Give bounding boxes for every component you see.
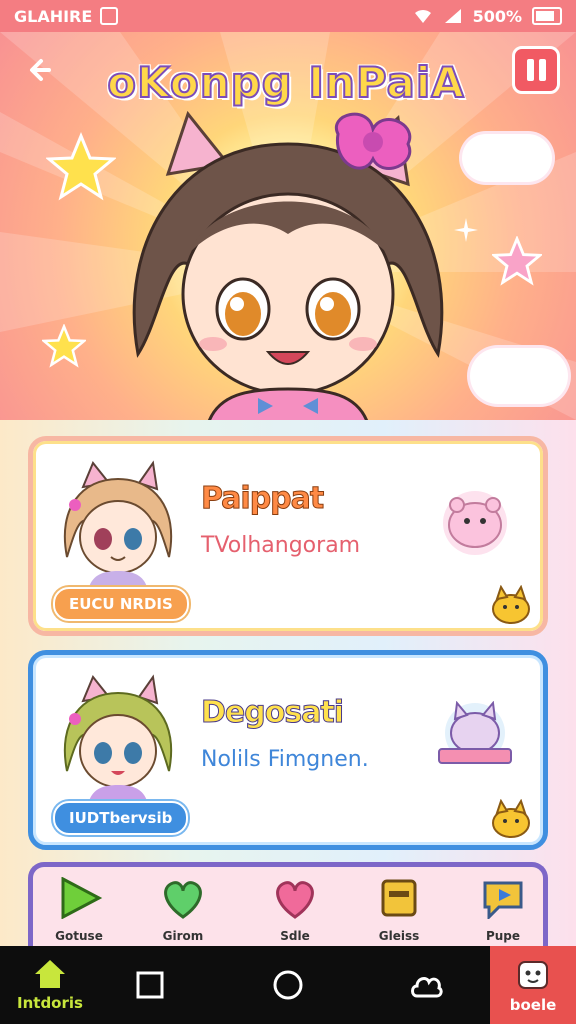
star-icon (42, 324, 86, 368)
character-card[interactable]: Paippat TVolhangoram EUCU NRDIS (28, 436, 548, 636)
feature-pupe[interactable]: Pupe (463, 877, 543, 943)
chat-play-icon (483, 881, 523, 921)
star-icon (492, 236, 542, 286)
character-card[interactable]: Degosati Nolils Fimgnen. IUDTbervsib (28, 650, 548, 850)
bottom-nav: Intdoris boele (0, 946, 576, 1024)
signal-icon (444, 9, 461, 23)
cloud-decoration (470, 348, 568, 404)
feature-label: Gotuse (55, 929, 103, 943)
back-arrow-icon (30, 59, 51, 81)
play-triangle-icon (61, 876, 103, 920)
character-illustration (132, 110, 444, 420)
nav-profile-label: boele (509, 996, 557, 1014)
feature-label: Sdle (280, 929, 310, 943)
feature-label: Pupe (485, 929, 521, 943)
wifi-icon (414, 9, 431, 23)
yellow-critter-icon (492, 585, 530, 624)
hero-banner: oKonpg InPaiA (0, 32, 576, 420)
pause-bar-left (526, 59, 534, 81)
character-subtitle: Nolils Fimgnen. (201, 747, 369, 772)
recent-apps-icon (136, 971, 164, 999)
chest-icon (381, 879, 417, 917)
nav-profile[interactable]: boele (490, 946, 576, 1024)
status-bar: GLAHIRE 500% (0, 0, 576, 32)
character-name: Paippat (200, 481, 324, 517)
feature-shortcuts: Gotuse Girom Sdle Gleiss Pupe (28, 862, 548, 946)
pause-button[interactable] (512, 46, 560, 94)
back-button[interactable] (20, 52, 64, 96)
character-tag-button[interactable]: IUDTbervsib (53, 801, 189, 835)
character-name: Degosati (200, 695, 344, 731)
home-icon (35, 960, 65, 988)
feature-label: Girom (162, 929, 204, 943)
feature-gleiss[interactable]: Gleiss (359, 877, 439, 943)
battery-percent: 500% (472, 6, 522, 26)
nav-system-home[interactable] (238, 946, 338, 1024)
heart-leaf-icon (164, 881, 202, 919)
character-tag-button[interactable]: EUCU NRDIS (53, 587, 189, 621)
nav-home[interactable]: Intdoris (0, 946, 100, 1024)
heart-icon (276, 881, 314, 919)
yellow-critter-icon (492, 799, 530, 838)
star-icon (46, 132, 116, 201)
feature-girom[interactable]: Girom (143, 877, 223, 943)
feature-sdle[interactable]: Sdle (255, 877, 335, 943)
feature-gotuse[interactable]: Gotuse (39, 876, 119, 943)
cloud-icon (411, 977, 443, 998)
battery-icon (532, 7, 562, 25)
notification-icon (100, 7, 119, 25)
cat-badge-icon (438, 701, 512, 764)
character-avatar (63, 460, 173, 587)
profile-icon (518, 961, 548, 989)
carrier-label: GLAHIRE (14, 6, 93, 26)
pink-pet-icon (443, 491, 507, 555)
nav-home-label: Intdoris (17, 994, 83, 1012)
home-circle-icon (273, 970, 303, 1000)
nav-recent-apps[interactable] (100, 946, 200, 1024)
app-title: oKonpg InPaiA (106, 57, 465, 108)
character-avatar (63, 674, 173, 801)
character-subtitle: TVolhangoram (201, 533, 361, 558)
nav-cloud[interactable] (376, 946, 476, 1024)
pause-bar-right (538, 59, 546, 81)
feature-label: Gleiss (378, 929, 420, 943)
cloud-decoration (462, 134, 552, 182)
